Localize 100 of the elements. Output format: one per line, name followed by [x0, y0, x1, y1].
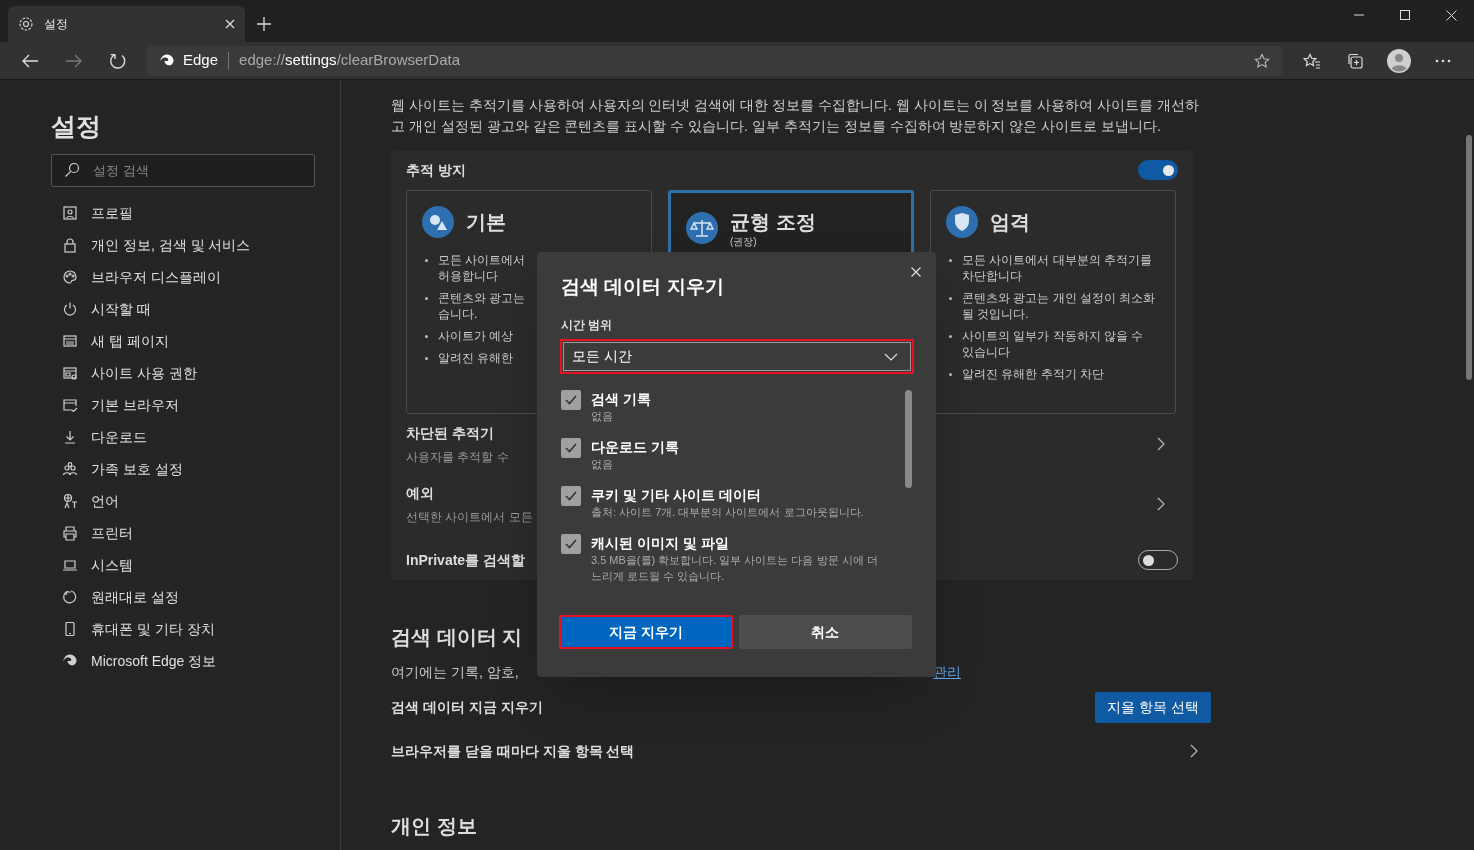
checkbox[interactable]	[561, 534, 581, 554]
level-title: 균형 조정	[730, 210, 816, 235]
sidebar-item[interactable]: 개인 정보, 검색 및 서비스	[51, 229, 340, 261]
row-description: 사용자를 추적할 수	[406, 448, 509, 466]
cancel-button[interactable]: 취소	[738, 615, 912, 649]
bullet-text: 모든 사이트에서 허용합니다	[438, 252, 526, 284]
close-icon	[1445, 9, 1457, 21]
bullet-text: 알려진 유해한 추적기 차단	[962, 366, 1104, 382]
chevron-right-icon[interactable]	[1189, 744, 1199, 758]
toggle-switch[interactable]	[1138, 160, 1178, 180]
section-heading: 검색 데이터 지	[391, 625, 523, 650]
option-label: 검색 기록	[591, 390, 651, 408]
scrollbar-thumb[interactable]	[905, 390, 912, 488]
option-detail: 없음	[591, 457, 614, 472]
level-title: 기본	[466, 210, 506, 235]
avatar-icon[interactable]	[1387, 48, 1411, 73]
sidebar-item[interactable]: 휴대폰 및 기타 장치	[51, 613, 340, 645]
laptop-icon	[62, 557, 78, 573]
sidebar-item[interactable]: 원래대로 설정	[51, 581, 340, 613]
bullet-text: 알려진 유해한	[438, 350, 514, 366]
checkbox[interactable]	[561, 486, 581, 506]
gear-icon	[18, 16, 34, 32]
more-icon[interactable]	[1435, 58, 1451, 63]
language-icon	[62, 493, 78, 509]
level-subtitle: (권장)	[730, 236, 758, 248]
address-bar[interactable]: Edge edge://settings/clearBrowserData	[147, 45, 1282, 76]
reset-icon	[62, 589, 78, 605]
manage-link[interactable]: 관리	[933, 662, 961, 683]
sidebar-item[interactable]: 기본 브라우저	[51, 389, 340, 421]
sidebar-item[interactable]: 브라우저 디스플레이	[51, 261, 340, 293]
sidebar-item[interactable]: 시스템	[51, 549, 340, 581]
sidebar-item[interactable]: 다운로드	[51, 421, 340, 453]
clear-now-button[interactable]: 지금 지우기	[559, 615, 733, 649]
check-icon	[565, 443, 577, 453]
back-icon[interactable]	[21, 52, 39, 69]
row-title: 브라우저를 닫을 때마다 지울 항목 선택	[391, 741, 635, 761]
shapes-icon	[422, 206, 454, 238]
window-icon	[62, 333, 78, 349]
row-title: InPrivate를 검색할	[406, 550, 526, 570]
minimize-icon	[1354, 14, 1364, 16]
intro-text: 웹 사이트는 추적기를 사용하여 사용자의 인터넷 검색에 대한 정보를 수집합니다. 웹 사이트는 이 정보를 사용하여 사이트를 개선하고 개인 설정된 광고와 같은 콘텐츠를 표시할 수 있습니다. 일부 추적기는 정보를 수집하여 방문하지 않은 사이트로 보냅니다.	[391, 96, 1201, 136]
sidebar-item[interactable]: 새 탭 페이지	[51, 325, 340, 357]
bullet-text: 콘텐츠와 광고는 개인 설정이 최소화 될 것입니다.	[962, 290, 1156, 322]
printer-icon	[62, 525, 78, 541]
sidebar-item[interactable]: 프린터	[51, 517, 340, 549]
collections-icon[interactable]	[1347, 52, 1363, 69]
browser-tab[interactable]: 설정	[8, 6, 245, 42]
close-icon[interactable]	[911, 267, 921, 277]
site-label: Edge	[183, 50, 219, 71]
window-check-icon	[62, 397, 78, 413]
phone-icon	[62, 621, 78, 637]
favorites-icon[interactable]	[1303, 52, 1321, 69]
sidebar-item[interactable]: 언어	[51, 485, 340, 517]
close-icon[interactable]	[225, 19, 235, 29]
profile-icon	[62, 205, 78, 221]
scale-icon	[686, 212, 718, 244]
section-heading: 개인 정보	[391, 814, 477, 839]
people-icon	[62, 461, 78, 477]
new-tab-icon[interactable]	[257, 17, 271, 31]
search-field[interactable]: 설정 검색	[51, 154, 315, 187]
panel-title: 추적 방지	[406, 160, 466, 180]
sidebar-item[interactable]: Microsoft Edge 정보	[51, 645, 340, 677]
option-label: 캐시된 이미지 및 파일	[591, 534, 730, 552]
url-text: edge://settings/clearBrowserData	[239, 50, 460, 71]
chevron-right-icon[interactable]	[1156, 437, 1166, 451]
power-icon	[62, 301, 78, 317]
chevron-down-icon	[884, 352, 898, 361]
bullet-text: 사이트가 예상	[438, 328, 514, 344]
scrollbar-thumb[interactable]	[1466, 135, 1472, 380]
choose-items-button[interactable]: 지울 항목 선택	[1095, 691, 1211, 723]
chevron-right-icon[interactable]	[1156, 497, 1166, 511]
sidebar-item[interactable]: 가족 보호 설정	[51, 453, 340, 485]
check-icon	[565, 539, 577, 549]
field-label: 시간 범위	[561, 317, 614, 333]
check-icon	[565, 491, 577, 501]
check-icon	[565, 395, 577, 405]
sidebar-item[interactable]: 프로필	[51, 197, 340, 229]
level-title: 엄격	[990, 210, 1030, 235]
search-icon	[64, 162, 80, 178]
bullet-text: 모든 사이트에서 대부분의 추적기를 차단합니다	[962, 252, 1152, 284]
refresh-icon[interactable]	[109, 51, 127, 70]
checkbox[interactable]	[561, 438, 581, 458]
option-detail: 3.5 MB을(를) 확보합니다. 일부 사이트는 다음 방문 시에 더 느리게 로드될 수 있습니다.	[591, 553, 879, 584]
section-description: 여기에는 기록, 암호,	[391, 663, 519, 682]
sidebar-item[interactable]: 시작할 때	[51, 293, 340, 325]
gear-window-icon	[62, 365, 78, 381]
star-icon[interactable]	[1254, 52, 1270, 69]
shield-icon	[946, 206, 978, 238]
row-description: 선택한 사이트에서 모든	[406, 508, 533, 526]
bullet-text: 콘텐츠와 광고는 습니다.	[438, 290, 526, 322]
row-title: 차단된 추적기	[406, 423, 495, 443]
sidebar-title: 설정	[51, 111, 102, 142]
forward-icon[interactable]	[65, 52, 83, 69]
download-icon	[62, 429, 78, 445]
time-range-dropdown[interactable]: 모든 시간	[560, 339, 914, 374]
option-label: 쿠키 및 기타 사이트 데이터	[591, 486, 762, 504]
sidebar-item[interactable]: 사이트 사용 권한	[51, 357, 340, 389]
palette-icon	[62, 269, 78, 285]
option-label: 다운로드 기록	[591, 438, 679, 456]
checkbox[interactable]	[561, 390, 581, 410]
